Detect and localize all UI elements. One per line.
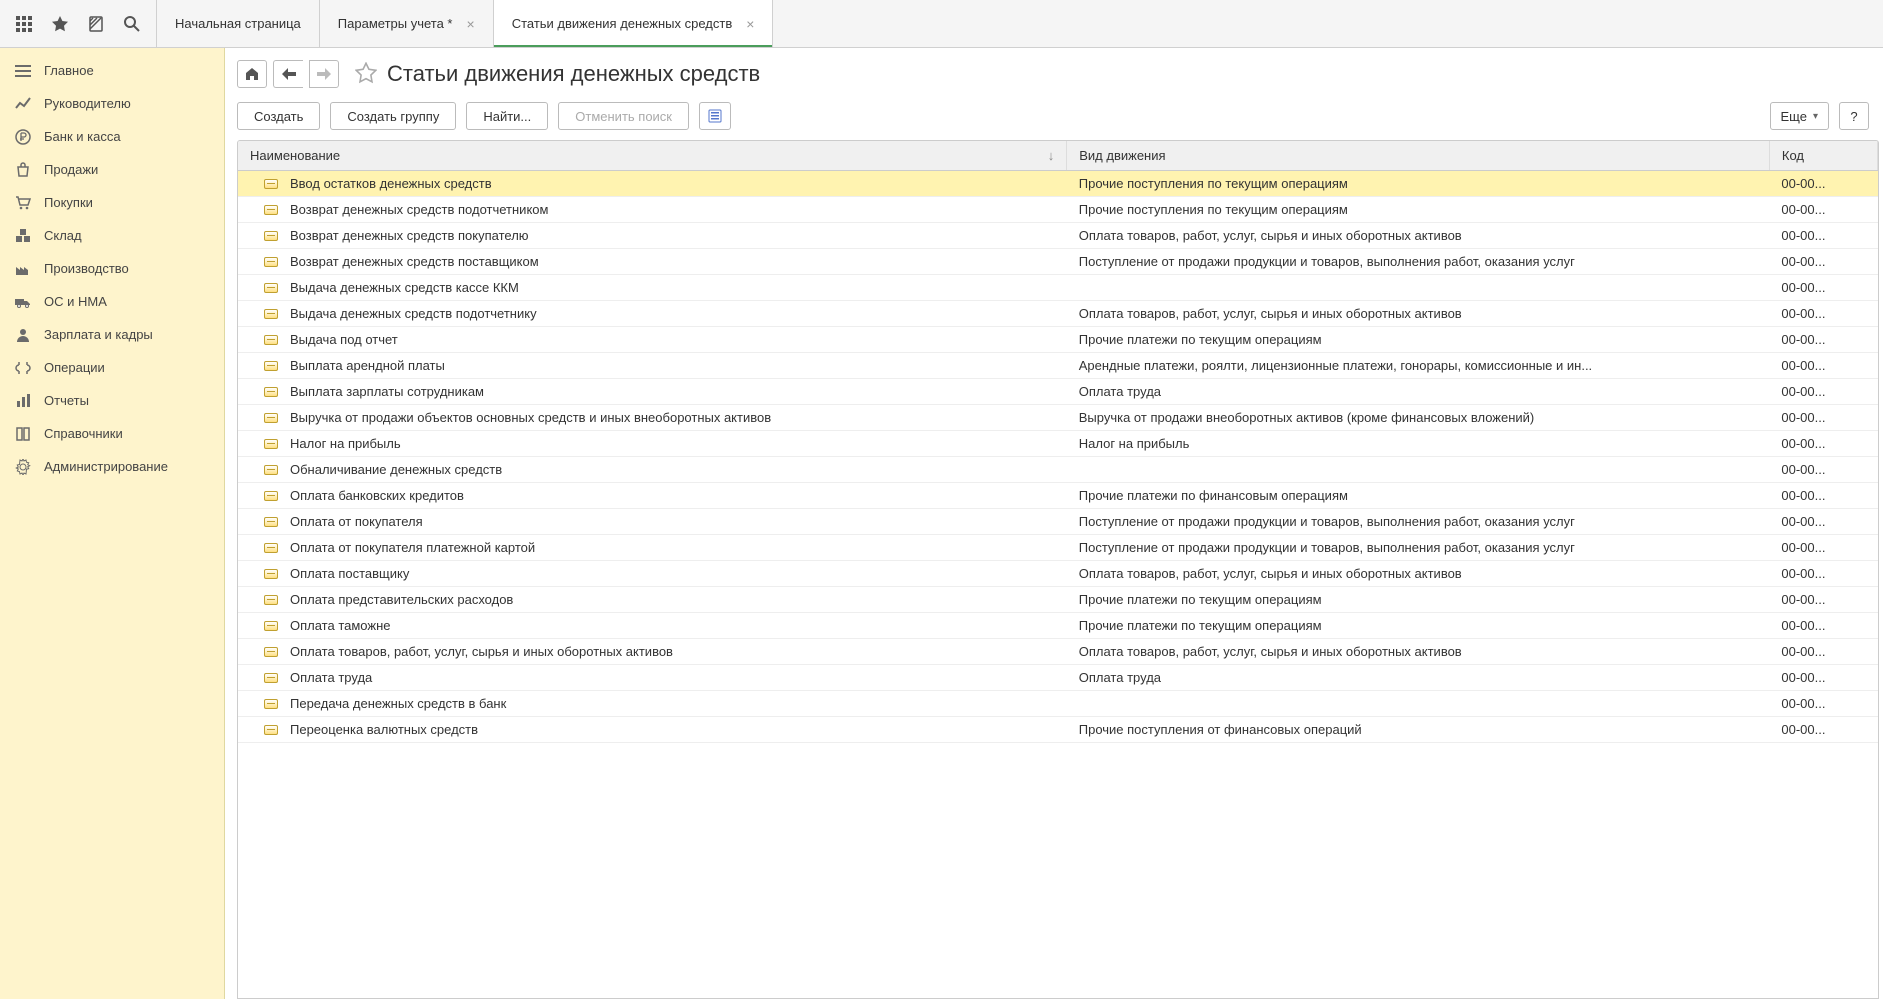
page-title: Статьи движения денежных средств [387, 61, 760, 87]
tab-2[interactable]: Статьи движения денежных средств× [494, 0, 774, 47]
sidebar-item-2[interactable]: Банк и касса [0, 120, 224, 153]
table-row[interactable]: Оплата трудаОплата труда00-00... [238, 665, 1878, 691]
item-icon [264, 179, 278, 189]
home-button[interactable] [237, 60, 267, 88]
item-icon [264, 491, 278, 501]
item-icon [264, 543, 278, 553]
item-icon [264, 699, 278, 709]
apps-icon[interactable] [6, 6, 42, 42]
create-button[interactable]: Создать [237, 102, 320, 130]
list-mode-button[interactable] [699, 102, 731, 130]
chart-icon [14, 392, 32, 410]
item-icon [264, 361, 278, 371]
trend-icon [14, 95, 32, 113]
bag-icon [14, 161, 32, 179]
item-icon [264, 647, 278, 657]
ops-icon [14, 359, 32, 377]
item-icon [264, 257, 278, 267]
item-icon [264, 673, 278, 683]
boxes-icon [14, 227, 32, 245]
cancel-find-button[interactable]: Отменить поиск [558, 102, 689, 130]
more-button[interactable]: Еще [1770, 102, 1829, 130]
col-name[interactable]: Наименование↓ [238, 141, 1067, 171]
person-icon [14, 326, 32, 344]
item-icon [264, 465, 278, 475]
sidebar-item-5[interactable]: Склад [0, 219, 224, 252]
item-icon [264, 231, 278, 241]
table-row[interactable]: Выдача денежных средств кассе ККМ00-00..… [238, 275, 1878, 301]
item-icon [264, 595, 278, 605]
back-button[interactable] [273, 60, 303, 88]
table-row[interactable]: Оплата таможнеПрочие платежи по текущим … [238, 613, 1878, 639]
table-row[interactable]: Возврат денежных средств подотчетникомПр… [238, 197, 1878, 223]
table-row[interactable]: Оплата от покупателяПоступление от прода… [238, 509, 1878, 535]
menu-icon [14, 62, 32, 80]
table-row[interactable]: Обналичивание денежных средств00-00... [238, 457, 1878, 483]
table-row[interactable]: Оплата товаров, работ, услуг, сырья и ин… [238, 639, 1878, 665]
table-row[interactable]: Выплата зарплаты сотрудникамОплата труда… [238, 379, 1878, 405]
table-row[interactable]: Оплата от покупателя платежной картойПос… [238, 535, 1878, 561]
table-row[interactable]: Выдача под отчетПрочие платежи по текущи… [238, 327, 1878, 353]
create-group-button[interactable]: Создать группу [330, 102, 456, 130]
sidebar-item-7[interactable]: ОС и НМА [0, 285, 224, 318]
factory-icon [14, 260, 32, 278]
table-row[interactable]: Выплата арендной платыАрендные платежи, … [238, 353, 1878, 379]
item-icon [264, 439, 278, 449]
gear-icon [14, 458, 32, 476]
item-icon [264, 621, 278, 631]
sidebar-item-3[interactable]: Продажи [0, 153, 224, 186]
sidebar-item-6[interactable]: Производство [0, 252, 224, 285]
sidebar-item-9[interactable]: Операции [0, 351, 224, 384]
sidebar-item-4[interactable]: Покупки [0, 186, 224, 219]
item-icon [264, 569, 278, 579]
sidebar-item-11[interactable]: Справочники [0, 417, 224, 450]
sidebar-item-0[interactable]: Главное [0, 54, 224, 87]
table-row[interactable]: Оплата банковских кредитовПрочие платежи… [238, 483, 1878, 509]
table-row[interactable]: Возврат денежных средств поставщикомПост… [238, 249, 1878, 275]
item-icon [264, 725, 278, 735]
item-icon [264, 205, 278, 215]
sidebar-item-12[interactable]: Администрирование [0, 450, 224, 483]
tab-1[interactable]: Параметры учета *× [320, 0, 494, 47]
table-row[interactable]: Выдача денежных средств подотчетникуОпла… [238, 301, 1878, 327]
table-row[interactable]: Переоценка валютных средствПрочие поступ… [238, 717, 1878, 743]
item-icon [264, 335, 278, 345]
close-icon[interactable]: × [467, 16, 475, 32]
sidebar-item-8[interactable]: Зарплата и кадры [0, 318, 224, 351]
table-row[interactable]: Ввод остатков денежных средствПрочие пос… [238, 171, 1878, 197]
table-row[interactable]: Оплата представительских расходовПрочие … [238, 587, 1878, 613]
ruble-icon [14, 128, 32, 146]
forward-button[interactable] [309, 60, 339, 88]
table-row[interactable]: Выручка от продажи объектов основных сре… [238, 405, 1878, 431]
sidebar-item-1[interactable]: Руководителю [0, 87, 224, 120]
table-row[interactable]: Передача денежных средств в банк00-00... [238, 691, 1878, 717]
cart-icon [14, 194, 32, 212]
table-row[interactable]: Возврат денежных средств покупателюОплат… [238, 223, 1878, 249]
item-icon [264, 283, 278, 293]
sidebar-item-10[interactable]: Отчеты [0, 384, 224, 417]
tab-0[interactable]: Начальная страница [157, 0, 320, 47]
history-icon[interactable] [78, 6, 114, 42]
table-row[interactable]: Оплата поставщикуОплата товаров, работ, … [238, 561, 1878, 587]
sort-asc-icon: ↓ [1048, 148, 1055, 163]
book-icon [14, 425, 32, 443]
close-icon[interactable]: × [746, 16, 754, 32]
table-row[interactable]: Налог на прибыльНалог на прибыль00-00... [238, 431, 1878, 457]
item-icon [264, 387, 278, 397]
favorite-icon[interactable] [355, 62, 377, 87]
search-icon[interactable] [114, 6, 150, 42]
col-type[interactable]: Вид движения [1067, 141, 1770, 171]
item-icon [264, 413, 278, 423]
truck-icon [14, 293, 32, 311]
item-icon [264, 517, 278, 527]
star-icon[interactable] [42, 6, 78, 42]
col-code[interactable]: Код [1769, 141, 1877, 171]
item-icon [264, 309, 278, 319]
help-button[interactable]: ? [1839, 102, 1869, 130]
find-button[interactable]: Найти... [466, 102, 548, 130]
